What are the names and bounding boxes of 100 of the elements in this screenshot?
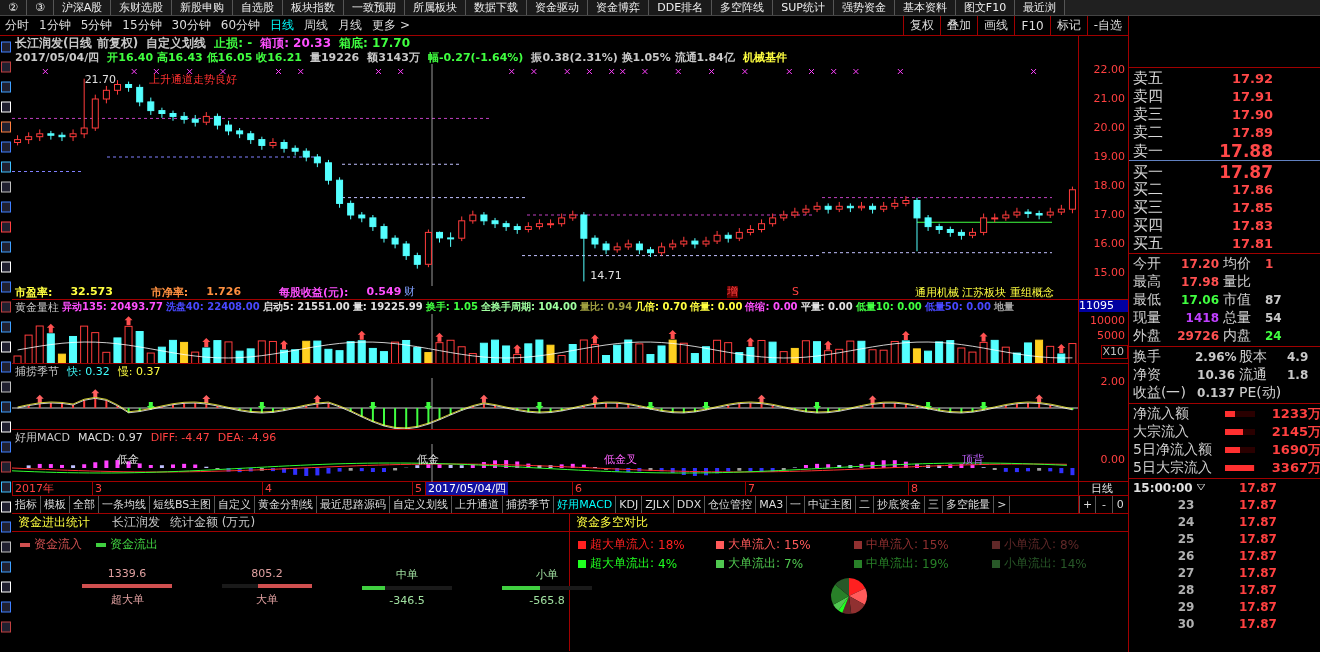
candlestick <box>480 211 488 226</box>
menu-item[interactable]: 一致预期 <box>344 0 406 15</box>
date-label: 4 <box>262 482 274 495</box>
menu-item[interactable]: 多空阵线 <box>712 0 774 15</box>
indicator-tab[interactable]: 好用MACD <box>554 496 617 513</box>
candlestick <box>913 197 921 252</box>
tick-price: 17.87 <box>1239 565 1278 580</box>
period-tab[interactable]: 分时 <box>0 16 34 35</box>
period-tab[interactable]: 周线 <box>299 16 334 35</box>
indicator-tab[interactable]: 最近思路源码 <box>317 496 391 513</box>
chart-annotation: 14.71 <box>590 270 622 282</box>
flow-value: 3367万 <box>1270 459 1320 477</box>
tick-time: 28 <box>1177 582 1195 597</box>
menu-item[interactable]: 资金驱动 <box>527 0 589 15</box>
menu-item[interactable]: 资金博弈 <box>588 0 650 15</box>
tick-time: 24 <box>1177 514 1195 529</box>
stat-label: 流通 <box>1239 366 1268 384</box>
menu-item[interactable]: 数据下载 <box>466 0 528 15</box>
menu-item[interactable]: 新股申购 <box>172 0 234 15</box>
indicator-tab[interactable]: 短线BS主图 <box>150 496 216 513</box>
tick-price: 17.87 <box>1239 514 1278 529</box>
panel-title: 黄金量柱 <box>15 299 59 315</box>
indicator-tab[interactable]: 仓位管控 <box>705 496 757 513</box>
candlestick <box>491 217 499 229</box>
menu-item[interactable]: ③ <box>26 0 54 15</box>
menu-item[interactable]: 自选股 <box>233 0 284 15</box>
candlestick <box>402 240 410 261</box>
stat-value: 54 <box>1265 311 1283 325</box>
indicator-tab[interactable]: 捕捞季节 <box>503 496 555 513</box>
legend-label: 资金流入 <box>34 536 82 553</box>
stat-value: 87 <box>1265 293 1283 307</box>
tick-price: 17.87 <box>1239 548 1278 563</box>
indicator-tab[interactable]: 一条均线 <box>99 496 150 513</box>
legend-label: 小单流出: <box>1004 555 1057 572</box>
indicator-tab[interactable]: 上升通道 <box>452 496 504 513</box>
indicator-tab[interactable]: 模板 <box>41 496 70 513</box>
menu-item[interactable]: 所属板块 <box>405 0 467 15</box>
flow-label: 大宗流入 <box>1133 423 1190 441</box>
valuation-label: 市净率: <box>150 284 189 300</box>
indicator-value: 量19226 <box>309 49 360 65</box>
menu-item[interactable]: 最近浏 <box>1015 0 1066 15</box>
menu-item[interactable]: 图文F10 <box>955 0 1016 15</box>
stat-value: 17.06 <box>1180 293 1220 307</box>
indicator-value: 几倍: 0.70 <box>635 300 688 314</box>
legend-label: 资金流出 <box>110 536 158 553</box>
axis-label: 18.00 <box>1093 180 1126 192</box>
indicator-value: 2017/05/04/四 <box>15 49 100 65</box>
legend-value: 18% <box>658 537 685 552</box>
indicator-tab[interactable]: 抄底资金 <box>874 496 926 513</box>
valuation-label: 市盈率: <box>15 284 53 300</box>
order-price: 17.92 <box>1230 71 1273 86</box>
order-price: 17.87 <box>1218 162 1273 182</box>
period-tab[interactable]: 更多 > <box>367 16 415 35</box>
order-label: 买二 <box>1133 180 1164 199</box>
signal-label: 顶背 <box>962 454 984 466</box>
cursor-date-label: 2017/05/04/四 <box>425 482 509 495</box>
order-price: 17.86 <box>1230 182 1273 197</box>
menu-item[interactable]: DDE排名 <box>649 0 713 15</box>
candlestick <box>691 237 699 249</box>
indicator-tab[interactable]: 三 <box>925 496 944 513</box>
indicator-tab[interactable]: 中证主图 <box>805 496 857 513</box>
menu-item[interactable]: 基本资料 <box>894 0 956 15</box>
indicator-value: 异动135: 20493.77 <box>62 300 163 314</box>
date-label: 8 <box>908 482 920 495</box>
menu-item[interactable]: 强势资金 <box>833 0 895 15</box>
menu-item[interactable]: 东财选股 <box>111 0 173 15</box>
indicator-tab[interactable]: 一 <box>787 496 806 513</box>
indicator-tab[interactable]: 全部 <box>70 496 99 513</box>
event-mark: 财 <box>404 286 415 298</box>
menu-item[interactable]: ② <box>0 0 27 15</box>
candlestick <box>713 230 721 245</box>
date-label: 6 <box>572 482 584 495</box>
indicator-tab[interactable]: 多空能量 <box>943 496 995 513</box>
candlestick <box>1013 207 1021 219</box>
period-tab[interactable]: 30分钟 <box>166 16 216 35</box>
indicator-value: 额3143万 <box>367 49 420 65</box>
indicator-tab[interactable]: ZJLX <box>642 496 674 513</box>
indicator-tab[interactable]: 二 <box>856 496 875 513</box>
period-tab[interactable]: 月线 <box>333 16 368 35</box>
axis-label: 15.00 <box>1093 267 1126 279</box>
stat-label: 外盘 <box>1133 327 1162 345</box>
menu-item[interactable]: 板块指数 <box>283 0 345 15</box>
period-tab[interactable]: 1分钟 <box>34 16 76 35</box>
period-tab[interactable]: 日线 <box>265 16 300 35</box>
indicator-tab[interactable]: 指标 <box>12 496 41 513</box>
menu-item[interactable]: 沪深A股 <box>53 0 112 15</box>
indicator-value: 换手: 1.05 <box>425 300 478 314</box>
stock-name: 长江润发 <box>112 514 160 531</box>
indicator-value: 长江润发(日线 前复权) <box>15 34 139 52</box>
period-tab[interactable]: 15分钟 <box>117 16 167 35</box>
stat-label: 均价 <box>1223 255 1252 273</box>
candlestick <box>1068 186 1076 214</box>
indicator-tab[interactable]: 黄金分割线 <box>255 496 318 513</box>
signal-label: 低金 <box>117 454 139 466</box>
axis-label: 5000 <box>1097 330 1126 342</box>
menu-item[interactable]: SUP统计 <box>773 0 834 15</box>
period-tab[interactable]: 5分钟 <box>75 16 118 35</box>
order-label: 买五 <box>1133 234 1164 253</box>
stat-label: 收益(一) <box>1133 384 1187 402</box>
period-tab[interactable]: 60分钟 <box>215 16 266 35</box>
